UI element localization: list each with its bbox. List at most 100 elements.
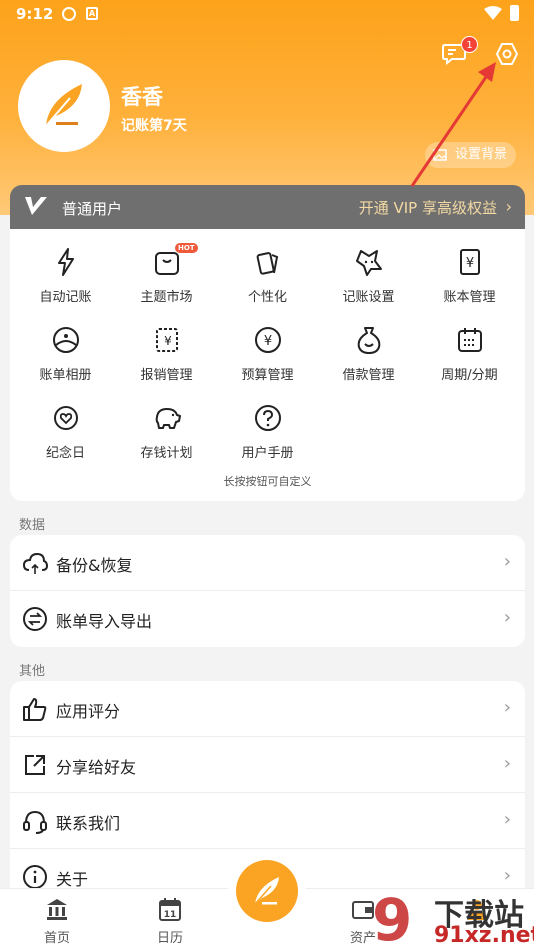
- person-icon: [468, 900, 486, 920]
- customize-hint: 长按按钮可自定义: [223, 475, 312, 488]
- grid-item-label: 存钱计划: [140, 446, 193, 461]
- set-background-label: 设置背景: [455, 147, 508, 162]
- row-rate-app[interactable]: 应用评分 ›: [10, 681, 525, 737]
- bank-icon: [47, 899, 67, 920]
- thumbs-up-icon: [23, 698, 47, 721]
- row-import-export[interactable]: 账单导入导出 ›: [10, 591, 525, 647]
- feather-pen-icon: [254, 877, 279, 905]
- chevron-right-icon: ›: [503, 865, 511, 886]
- row-label: 账单导入导出: [56, 612, 153, 631]
- grid-item-bookkeeping-settings[interactable]: 记账设置: [317, 235, 420, 307]
- grid-item-label: 记账设置: [342, 290, 395, 305]
- row-label: 分享给好友: [56, 758, 137, 777]
- grid-item-label: 主题市场: [140, 290, 193, 305]
- chevron-right-icon: ›: [503, 697, 511, 718]
- bookkeeping-days: 记账第7天: [121, 118, 187, 134]
- grid-item-label: 账本管理: [443, 290, 496, 305]
- notification-icon: [62, 7, 76, 21]
- grid-item-saving-plan[interactable]: 存钱计划: [115, 391, 218, 463]
- grid-item-auto-bookkeeping[interactable]: 自动记账: [14, 235, 117, 307]
- info-icon: [23, 865, 47, 889]
- set-background-button[interactable]: 设置背景: [425, 142, 516, 168]
- status-time: 9:12: [16, 5, 54, 23]
- chevron-right-icon: ›: [503, 753, 511, 774]
- feather-logo-icon: [45, 84, 82, 127]
- row-label: 应用评分: [56, 702, 121, 721]
- grid-item-budget[interactable]: ¥ 预算管理: [216, 313, 319, 385]
- grid-item-loans[interactable]: 借款管理: [317, 313, 420, 385]
- user-name[interactable]: 香香: [121, 81, 163, 111]
- grid-item-label: 个性化: [247, 290, 287, 305]
- data-card: 备份&恢复 › 账单导入导出 ›: [10, 535, 525, 647]
- grid-item-label: 预算管理: [241, 368, 294, 383]
- settings-gear-icon[interactable]: [495, 42, 519, 66]
- vip-bar[interactable]: 普通用户 开通 VIP 享高级权益 ›: [10, 185, 525, 229]
- chevron-right-icon: ›: [503, 551, 511, 572]
- vip-level: 普通用户: [62, 200, 123, 218]
- lightning-icon: [58, 248, 74, 276]
- grid-item-cycle-installment[interactable]: 周期/分期: [418, 313, 521, 385]
- reimburse-icon: ¥: [156, 328, 178, 352]
- tab-label: 日历: [156, 931, 183, 946]
- grid-item-label: 账单相册: [39, 368, 92, 383]
- piggy-bank-icon: [155, 408, 181, 429]
- row-contact-us[interactable]: 联系我们 ›: [10, 793, 525, 849]
- grid-item-theme-market[interactable]: HOT 主题市场: [115, 235, 218, 307]
- function-grid: 自动记账 HOT 主题市场 个性化 记账设置 ¥ 账本管理 账单相册 ¥ 报销管…: [10, 229, 525, 501]
- question-icon: [255, 405, 281, 431]
- grid-item-bill-album[interactable]: 账单相册: [14, 313, 117, 385]
- status-bar: 9:12 A: [0, 0, 534, 28]
- row-label: 联系我们: [56, 814, 121, 833]
- grid-item-ledger-management[interactable]: ¥ 账本管理: [418, 235, 521, 307]
- grid-item-label: 报销管理: [140, 368, 193, 383]
- grid-item-personalize[interactable]: 个性化: [216, 235, 319, 307]
- album-icon: [53, 327, 79, 353]
- tab-label: 首页: [43, 931, 70, 946]
- hot-badge: HOT: [175, 243, 198, 253]
- tab-label: 资产: [349, 931, 376, 946]
- row-label: 备份&恢复: [56, 556, 133, 575]
- chevron-right-icon: ›: [503, 809, 511, 830]
- vip-open-link[interactable]: 开通 VIP 享高级权益: [359, 197, 497, 218]
- ledger-icon: ¥: [460, 249, 480, 275]
- add-record-inner: [236, 860, 298, 922]
- row-backup-restore[interactable]: 备份&恢复 ›: [10, 535, 525, 591]
- row-share[interactable]: 分享给好友 ›: [10, 737, 525, 793]
- svg-text:¥: ¥: [164, 334, 172, 348]
- svg-text:¥: ¥: [466, 256, 474, 271]
- cards-icon: [256, 252, 279, 275]
- heart-target-icon: [54, 406, 78, 430]
- app-notification-icon: A: [86, 7, 98, 20]
- wifi-icon: [484, 6, 502, 20]
- chevron-right-icon: ›: [505, 197, 512, 216]
- chevron-right-icon: ›: [503, 607, 511, 628]
- grid-item-label: 借款管理: [342, 368, 395, 383]
- calendar-icon: 11: [159, 898, 181, 921]
- section-title-data: 数据: [19, 518, 46, 533]
- vip-v-icon: [25, 197, 47, 215]
- import-export-icon: [23, 607, 47, 631]
- money-bag-icon: [357, 327, 381, 354]
- add-record-button[interactable]: [228, 852, 306, 930]
- svg-text:¥: ¥: [264, 334, 272, 349]
- share-icon: [25, 755, 45, 775]
- grid-item-label: 周期/分期: [441, 368, 498, 383]
- image-icon: [433, 149, 447, 161]
- battery-icon: [510, 5, 519, 21]
- avatar[interactable]: [18, 60, 110, 152]
- wallet-icon: [352, 901, 374, 919]
- star-face-icon: [356, 250, 382, 276]
- calendar-icon: [458, 328, 482, 352]
- grid-item-label: 纪念日: [45, 446, 85, 461]
- row-label: 关于: [56, 870, 89, 889]
- grid-item-reimbursement[interactable]: ¥ 报销管理: [115, 313, 218, 385]
- calendar-day: 11: [164, 910, 177, 920]
- grid-item-user-manual[interactable]: 用户手册: [216, 391, 319, 463]
- headset-icon: [23, 810, 47, 834]
- grid-item-anniversary[interactable]: 纪念日: [14, 391, 117, 463]
- yuan-circle-icon: ¥: [255, 327, 281, 353]
- section-title-other: 其他: [19, 664, 46, 679]
- grid-item-label: 自动记账: [39, 290, 92, 305]
- grid-item-label: 用户手册: [241, 446, 294, 461]
- cloud-sync-icon: [22, 552, 48, 574]
